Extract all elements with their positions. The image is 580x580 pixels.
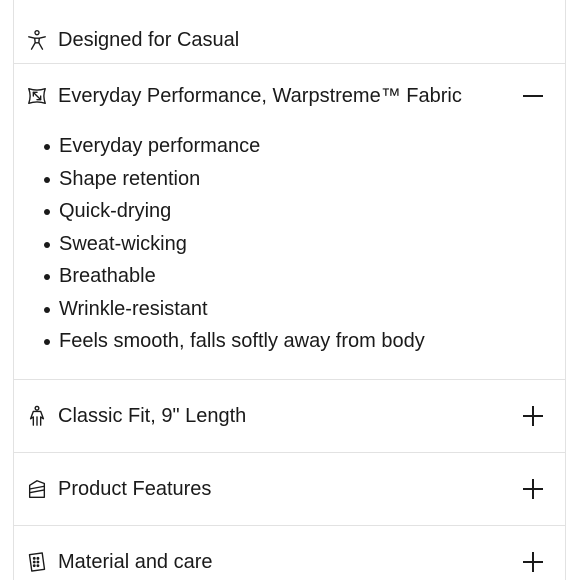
accordion-header-features[interactable]: Product Features: [14, 453, 565, 525]
accordion-section-designed-for: Designed for Casual: [14, 10, 565, 70]
list-item: Feels smooth, falls softly away from bod…: [44, 325, 425, 358]
section-title: Designed for Casual: [58, 29, 240, 51]
feature-bullet-list: Everyday performance Shape retention Qui…: [44, 130, 425, 358]
fabric-stretch-icon: [25, 84, 49, 108]
section-title: Classic Fit, 9" Length: [58, 405, 247, 427]
accordion-header-material-care[interactable]: Material and care: [14, 526, 565, 580]
list-item: Breathable: [44, 260, 425, 293]
plus-icon[interactable]: [521, 404, 545, 428]
fit-figure-icon: [25, 404, 49, 428]
product-details-accordion: Designed for Casual Everyday Performance…: [13, 0, 566, 580]
section-title: Product Features: [58, 478, 212, 500]
accordion-header-fabric[interactable]: Everyday Performance, Warpstreme™ Fabric: [14, 64, 565, 128]
list-item: Shape retention: [44, 163, 425, 196]
minus-icon[interactable]: [521, 84, 545, 108]
section-title: Everyday Performance, Warpstreme™ Fabric: [58, 85, 462, 107]
list-item: Sweat-wicking: [44, 228, 425, 261]
care-label-icon: [25, 550, 49, 574]
person-icon: [25, 28, 49, 52]
product-details-page: Designed for Casual Everyday Performance…: [0, 0, 580, 580]
list-item: Everyday performance: [44, 130, 425, 163]
section-title: Material and care: [58, 551, 213, 573]
accordion-header-fit[interactable]: Classic Fit, 9" Length: [14, 380, 565, 452]
list-item: Wrinkle-resistant: [44, 293, 425, 326]
plus-icon[interactable]: [521, 550, 545, 574]
product-tag-icon: [25, 477, 49, 501]
list-item: Quick-drying: [44, 195, 425, 228]
plus-icon[interactable]: [521, 477, 545, 501]
